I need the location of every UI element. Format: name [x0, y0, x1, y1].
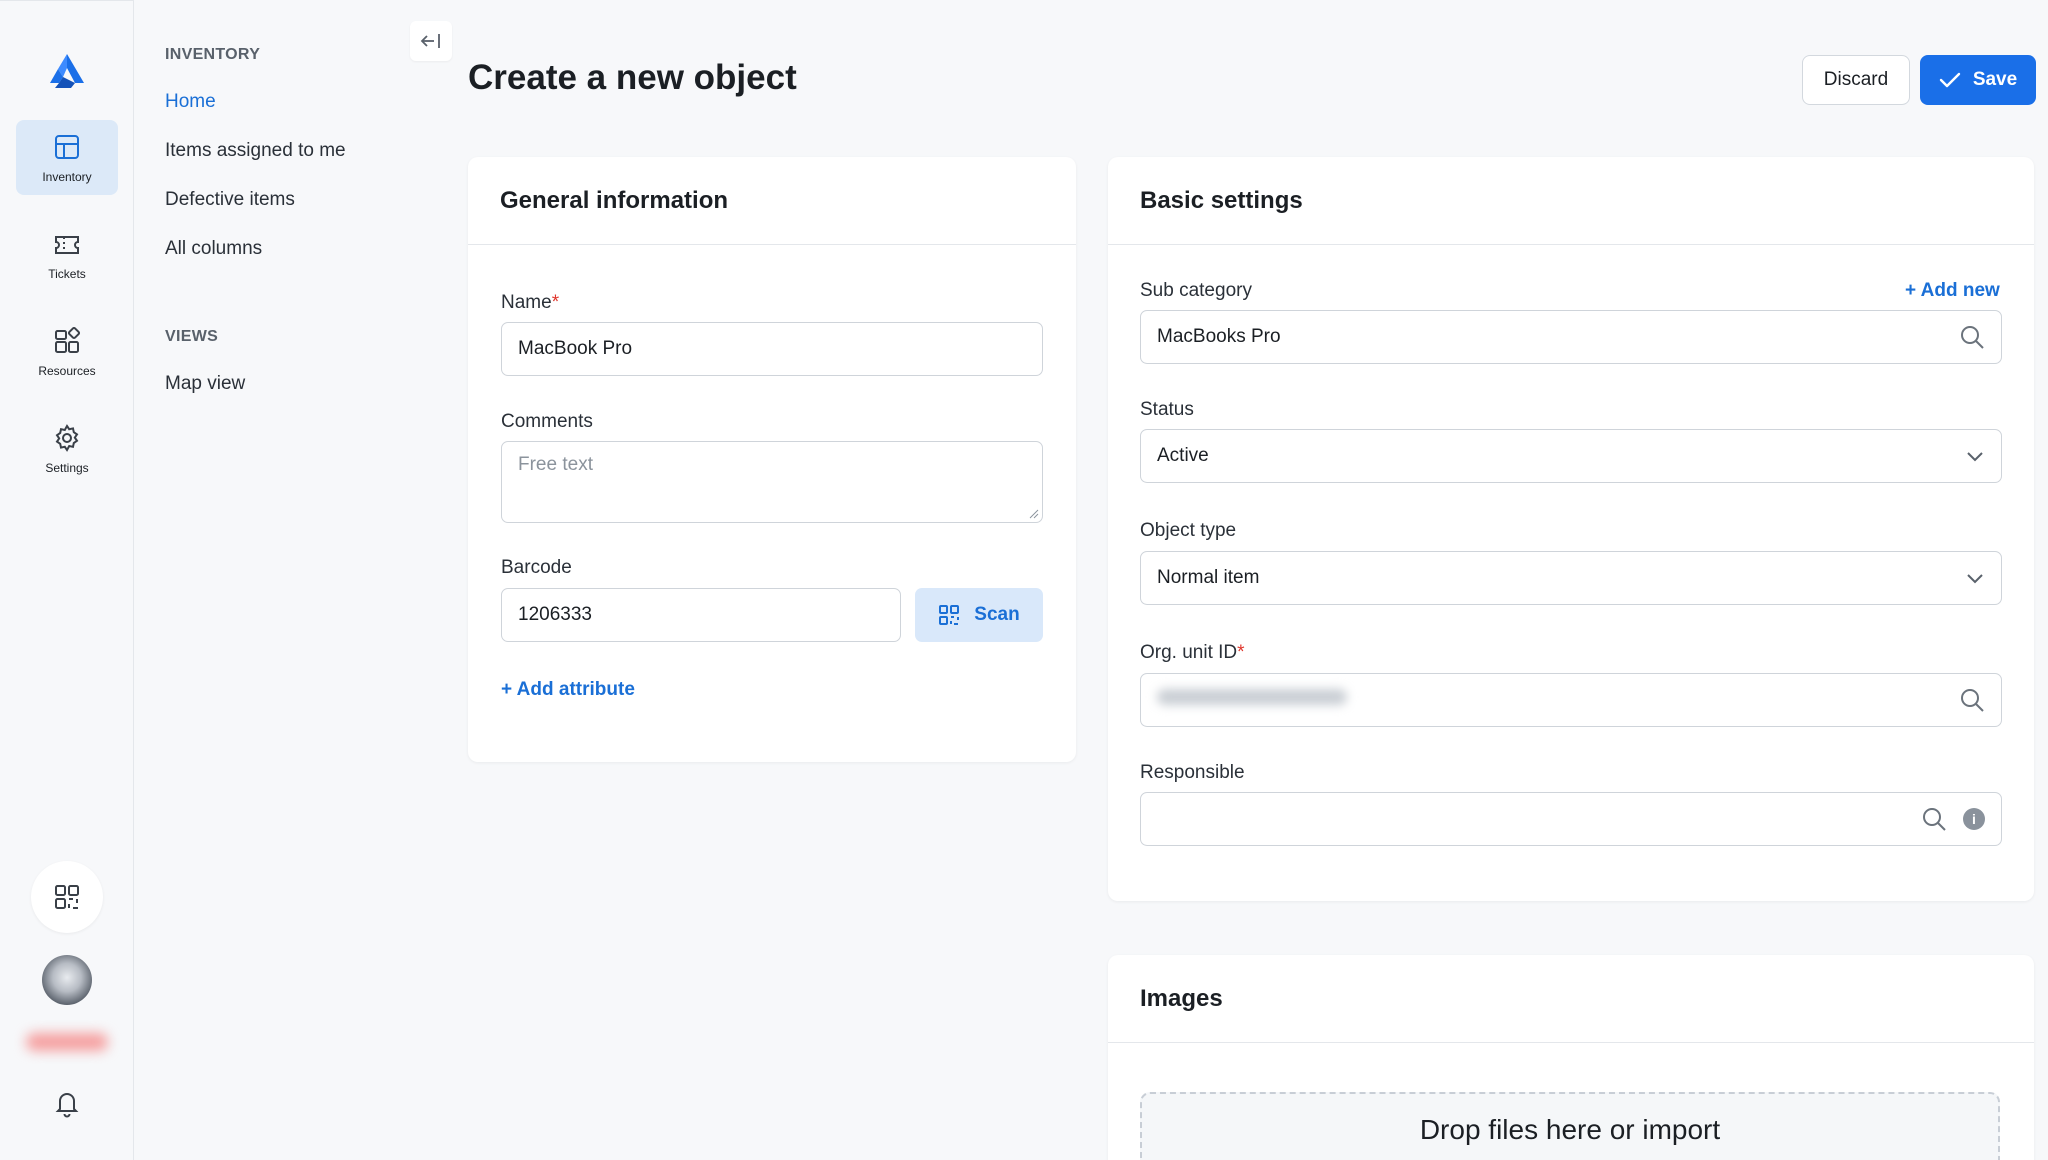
rail-label-inventory: Inventory — [42, 169, 92, 184]
object-type-label: Object type — [1140, 520, 1237, 541]
card-title: Images — [1140, 984, 1223, 1012]
rail-item-inventory[interactable]: Inventory — [16, 120, 118, 195]
add-attribute-link[interactable]: + Add attribute — [501, 679, 635, 701]
rail-label-resources: Resources — [38, 363, 96, 378]
chevron-down-icon — [1967, 574, 1983, 584]
barcode-label: Barcode — [501, 557, 572, 578]
check-icon — [1939, 72, 1961, 88]
card-title: General information — [500, 186, 729, 214]
app-logo[interactable] — [47, 51, 87, 91]
status-select[interactable]: Active — [1140, 429, 2002, 483]
chevron-down-icon — [1967, 452, 1983, 462]
resources-icon — [55, 326, 81, 353]
barcode-field[interactable]: 1206333 — [501, 588, 901, 642]
qr-code-icon — [55, 885, 79, 909]
org-unit-label-text: Org. unit ID — [1140, 642, 1238, 663]
add-new-link[interactable]: + Add new — [1905, 280, 2000, 302]
card-header: General information — [468, 157, 1076, 245]
rail-item-resources[interactable]: Resources — [16, 314, 118, 389]
card-header: Images — [1108, 955, 2034, 1043]
redacted-value — [1157, 689, 1347, 705]
discard-button[interactable]: Discard — [1802, 55, 1910, 105]
page-title: Create a new object — [468, 58, 797, 97]
scan-label: Scan — [974, 604, 1020, 625]
barcode-value: 1206333 — [518, 604, 592, 625]
sub-category-value: MacBooks Pro — [1157, 326, 1281, 347]
basic-settings-card: Basic settings — [1108, 157, 2034, 901]
org-unit-value — [1157, 689, 1959, 711]
responsible-label: Responsible — [1140, 762, 1245, 783]
save-button[interactable]: Save — [1920, 55, 2036, 105]
user-name-redacted — [26, 1033, 108, 1051]
gear-icon — [55, 423, 79, 452]
sub-category-label: Sub category — [1140, 280, 1252, 301]
save-label: Save — [1972, 69, 2018, 90]
required-mark: * — [551, 292, 560, 313]
comments-label: Comments — [501, 411, 593, 432]
resize-grip-icon[interactable] — [1029, 509, 1039, 519]
scan-button[interactable]: Scan — [915, 588, 1043, 642]
rail-label-tickets: Tickets — [48, 266, 86, 281]
name-label-text: Name — [501, 292, 552, 313]
nav-link-map-view[interactable]: Map view — [165, 373, 245, 395]
name-value: MacBook Pro — [518, 338, 633, 359]
nav-link-all-columns[interactable]: All columns — [165, 238, 262, 260]
bell-icon[interactable] — [52, 1088, 82, 1118]
status-value: Active — [1157, 445, 1209, 466]
ticket-icon — [55, 235, 79, 254]
search-icon[interactable] — [1921, 806, 1947, 832]
nav-link-home[interactable]: Home — [165, 91, 216, 113]
rail-item-settings[interactable]: Settings — [16, 411, 118, 486]
sub-category-field[interactable]: MacBooks Pro — [1140, 310, 2002, 364]
collapse-sidebar-button[interactable] — [410, 21, 452, 61]
nav-link-items-assigned[interactable]: Items assigned to me — [165, 140, 346, 162]
card-title: Basic settings — [1140, 186, 1303, 214]
collapse-arrow-icon — [420, 34, 440, 48]
qr-scan-icon — [939, 605, 960, 625]
org-unit-label: Org. unit ID* — [1140, 642, 1245, 664]
info-icon[interactable]: i — [1963, 808, 1985, 830]
name-label: Name* — [501, 292, 559, 314]
section-label-views: VIEWS — [165, 328, 219, 345]
comments-placeholder: Free text — [518, 454, 593, 475]
responsible-field[interactable]: i — [1140, 792, 2002, 846]
rail-item-tickets[interactable]: Tickets — [16, 217, 118, 292]
name-field[interactable]: MacBook Pro — [501, 322, 1043, 376]
org-unit-field[interactable] — [1140, 673, 2002, 727]
card-header: Basic settings — [1108, 157, 2034, 245]
search-icon[interactable] — [1959, 687, 1985, 713]
required-mark: * — [1237, 642, 1245, 663]
search-icon[interactable] — [1959, 324, 1985, 350]
file-dropzone[interactable]: Drop files here or import — [1140, 1092, 2000, 1160]
avatar[interactable] — [42, 955, 92, 1005]
qr-code-button[interactable] — [31, 861, 103, 933]
nav-link-defective-items[interactable]: Defective items — [165, 189, 295, 211]
dropzone-text: Drop files here or import — [1419, 1114, 1721, 1145]
object-type-select[interactable]: Normal item — [1140, 551, 2002, 605]
icon-rail: Inventory Tickets Resources Settings — [0, 0, 134, 1160]
status-label: Status — [1140, 399, 1194, 420]
section-label-inventory: INVENTORY — [165, 46, 261, 63]
comments-field[interactable]: Free text — [501, 441, 1043, 523]
secondary-nav — [135, 0, 458, 1160]
grid-icon — [55, 134, 79, 159]
rail-label-settings: Settings — [45, 460, 89, 475]
object-type-value: Normal item — [1157, 567, 1260, 588]
